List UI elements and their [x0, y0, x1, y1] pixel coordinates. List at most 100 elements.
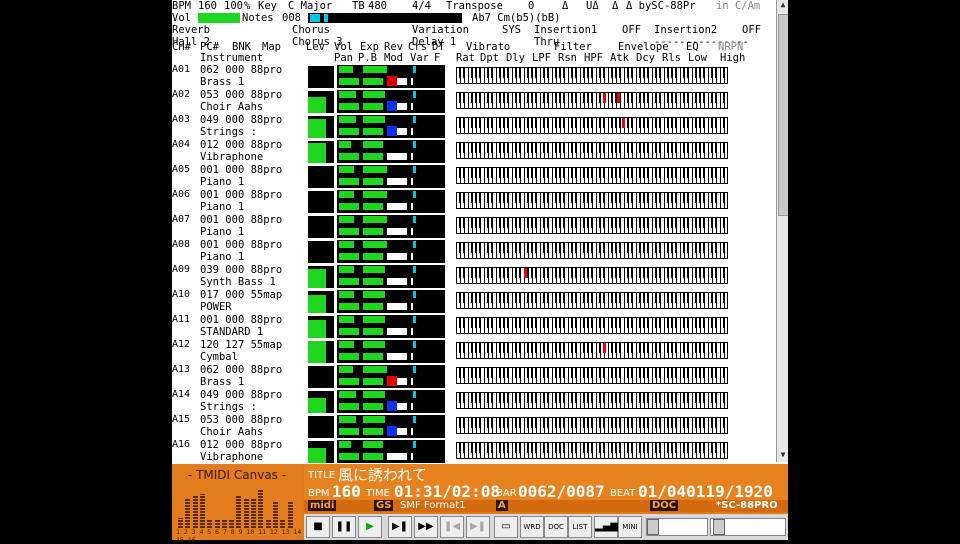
col-pan: Pan: [334, 52, 353, 64]
channel-meter-bar: [178, 518, 183, 528]
black-key: [703, 318, 705, 328]
black-key: [639, 343, 641, 353]
instrument-cell[interactable]: 012 000 88pro Vibraphone: [200, 139, 304, 163]
play-icon[interactable]: ▶: [358, 516, 382, 538]
volume-slider-thumb[interactable]: [647, 519, 659, 535]
channel-row[interactable]: A11 001 000 88pro STANDARD 1: [172, 314, 776, 339]
instrument-name: Piano 1: [200, 226, 245, 238]
instrument-cell[interactable]: 049 000 88pro Strings :: [200, 389, 304, 413]
instrument-cell[interactable]: 039 000 88pro Synth Bass 1: [200, 264, 304, 288]
black-key: [591, 443, 593, 453]
scroll-up-icon[interactable]: ▲: [778, 0, 788, 12]
black-key: [531, 443, 533, 453]
channel-row[interactable]: A06 001 000 88pro Piano 1: [172, 189, 776, 214]
channel-row[interactable]: A15 053 000 88pro Choir Aahs: [172, 414, 776, 439]
black-key: [507, 343, 509, 353]
black-key: [547, 218, 549, 228]
window-icon[interactable]: ▭: [494, 516, 518, 538]
black-key: [463, 243, 465, 253]
instrument-cell[interactable]: 062 000 88pro Brass 1: [200, 364, 304, 388]
instrument-cell[interactable]: 053 000 88pro Choir Aahs: [200, 414, 304, 438]
col-ch: CH#: [172, 41, 191, 53]
pitchbend-bar: [363, 103, 383, 110]
reverb-bar: [387, 153, 407, 160]
instrument-cell[interactable]: 049 000 88pro Strings :: [200, 114, 304, 138]
instrument-cell[interactable]: 001 000 88pro Piano 1: [200, 239, 304, 263]
black-key: [519, 293, 521, 303]
black-key: [463, 343, 465, 353]
black-key: [643, 368, 645, 378]
fast-forward-icon[interactable]: ▶▶: [414, 516, 438, 538]
volume-bar: [339, 366, 353, 373]
step-forward-icon[interactable]: ▶❚: [388, 516, 412, 538]
insertion2-label: Insertion2: [654, 24, 718, 36]
channel-meter-bar: [185, 498, 191, 528]
program-number: 001: [200, 214, 219, 226]
black-key: [475, 143, 477, 153]
black-key: [543, 443, 545, 453]
black-key: [667, 118, 669, 128]
black-key: [611, 118, 613, 128]
channel-row[interactable]: A04 012 000 88pro Vibraphone: [172, 139, 776, 164]
channel-row[interactable]: A09 039 000 88pro Synth Bass 1: [172, 264, 776, 289]
wrd-button[interactable]: WRD: [520, 516, 544, 538]
black-key: [683, 343, 685, 353]
channel-row[interactable]: A14 049 000 88pro Strings :: [172, 389, 776, 414]
black-key: [587, 168, 589, 178]
channel-row[interactable]: A16 012 000 88pro Vibraphone: [172, 439, 776, 464]
mini-button[interactable]: MINI: [618, 516, 642, 538]
instrument-cell[interactable]: 017 000 55map POWER: [200, 289, 304, 313]
black-key: [583, 418, 585, 428]
spectrum-icon[interactable]: ▂▄▆: [594, 516, 618, 538]
channel-row[interactable]: A03 049 000 88pro Strings :: [172, 114, 776, 139]
doc-button[interactable]: DOC: [544, 516, 568, 538]
expression-bar: [363, 216, 387, 223]
stop-icon[interactable]: ■: [306, 516, 330, 538]
black-key: [471, 393, 473, 403]
black-key: [479, 393, 481, 403]
channel-row[interactable]: A13 062 000 88pro Brass 1: [172, 364, 776, 389]
black-key: [543, 168, 545, 178]
scroll-thumb[interactable]: [778, 14, 788, 216]
channel-row[interactable]: A12 120 127 55map Cymbal: [172, 339, 776, 364]
crs-indicator: [413, 216, 416, 223]
vertical-scrollbar[interactable]: ▲ ▼: [776, 0, 788, 462]
scroll-down-icon[interactable]: ▼: [778, 450, 788, 462]
black-key: [535, 368, 537, 378]
channel-row[interactable]: A08 001 000 88pro Piano 1: [172, 239, 776, 264]
channel-row[interactable]: A01 062 000 88pro Brass 1: [172, 64, 776, 89]
instrument-cell[interactable]: 120 127 55map Cymbal: [200, 339, 304, 363]
pan-bar: [339, 278, 359, 285]
expression-bar: [363, 391, 385, 398]
black-key: [547, 118, 549, 128]
instrument-cell[interactable]: 001 000 88pro Piano 1: [200, 164, 304, 188]
pause-icon[interactable]: ❚❚: [332, 516, 356, 538]
seek-slider-thumb[interactable]: [713, 519, 725, 535]
channel-row[interactable]: A02 053 000 88pro Choir Aahs: [172, 89, 776, 114]
instrument-cell[interactable]: 001 000 88pro Piano 1: [200, 189, 304, 213]
instrument-cell[interactable]: 053 000 88pro Choir Aahs: [200, 89, 304, 113]
skip-next-icon[interactable]: ▶❚: [466, 516, 490, 538]
channel-row[interactable]: A05 001 000 88pro Piano 1: [172, 164, 776, 189]
black-key: [627, 218, 629, 228]
instrument-cell[interactable]: 001 000 88pro STANDARD 1: [200, 314, 304, 338]
volume-slider[interactable]: [646, 518, 708, 536]
instrument-cell[interactable]: 001 000 88pro Piano 1: [200, 214, 304, 238]
black-key: [639, 368, 641, 378]
black-key: [559, 368, 561, 378]
instrument-cell[interactable]: 062 000 88pro Brass 1: [200, 64, 304, 88]
list-button[interactable]: LIST: [568, 516, 592, 538]
crs-indicator: [413, 291, 416, 298]
black-key: [603, 393, 605, 403]
black-key: [599, 343, 601, 353]
col-atk: Atk: [610, 52, 629, 64]
black-key: [531, 218, 533, 228]
pan-bar: [339, 353, 359, 360]
seek-slider[interactable]: [710, 518, 786, 536]
black-key: [575, 243, 577, 253]
skip-back-icon[interactable]: ❚◀: [440, 516, 464, 538]
instrument-cell[interactable]: 012 000 88pro Vibraphone: [200, 439, 304, 463]
channel-row[interactable]: A07 001 000 88pro Piano 1: [172, 214, 776, 239]
channel-row[interactable]: A10 017 000 55map POWER: [172, 289, 776, 314]
black-key: [591, 368, 593, 378]
